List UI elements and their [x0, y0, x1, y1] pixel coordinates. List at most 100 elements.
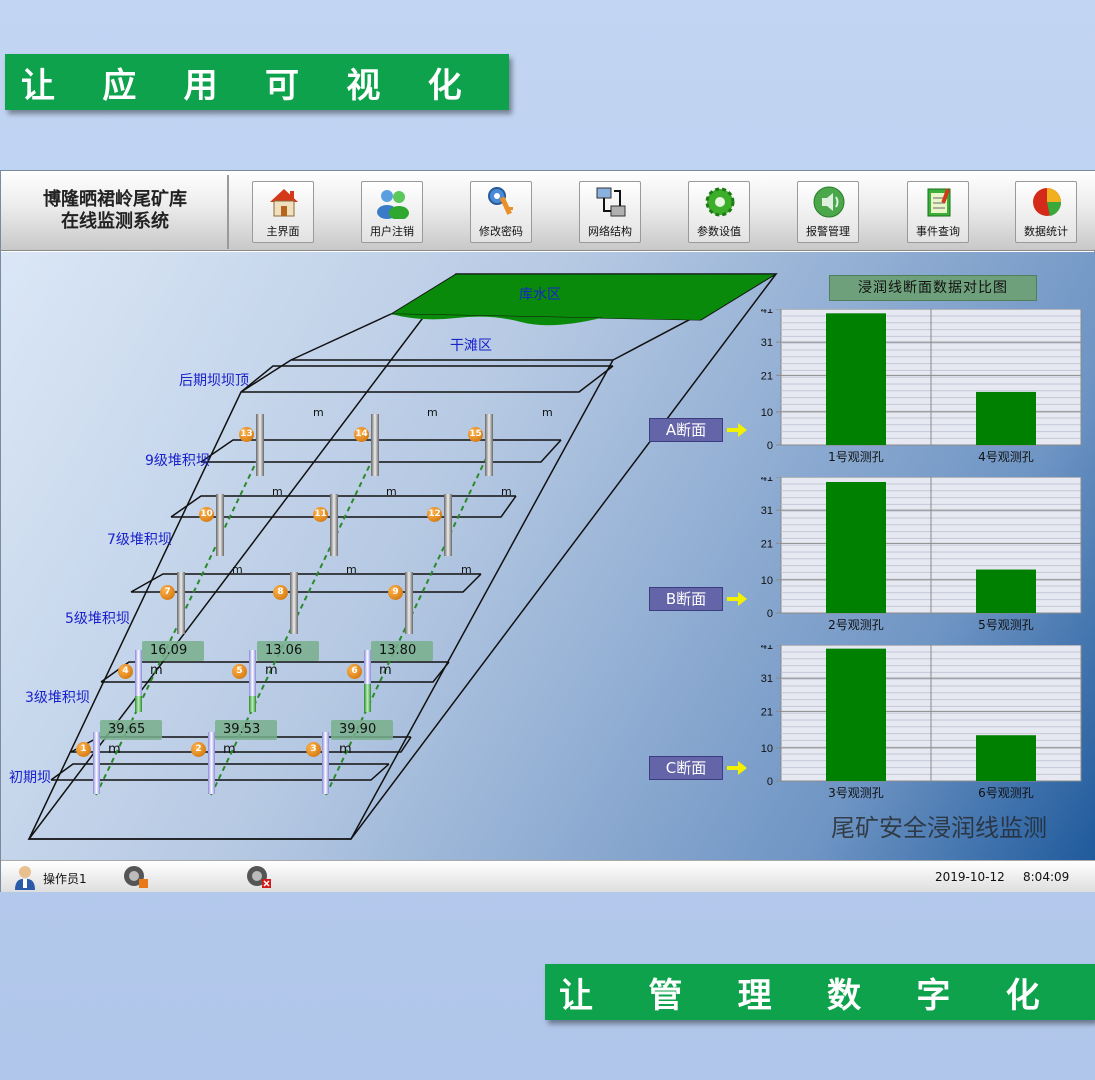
monitor-point-marker[interactable]: 12: [427, 507, 442, 522]
section-c-button[interactable]: C断面: [649, 756, 723, 780]
home-button-label: 主界面: [266, 225, 300, 238]
y-tick-label: 0: [767, 776, 773, 788]
banner-bottom-char: 数: [826, 975, 861, 1016]
monitor-point-marker[interactable]: 13: [239, 427, 254, 442]
audio-alarm-icon[interactable]: [123, 865, 149, 889]
reading-unit: m: [223, 742, 236, 757]
change-password-button[interactable]: 修改密码: [470, 181, 532, 243]
reading-box: 16.09 m: [142, 641, 204, 678]
users-icon: [377, 190, 409, 219]
reading-value: 39.90: [339, 722, 377, 737]
reading-box: 13.80 m: [371, 641, 433, 678]
reading-box: 39.53 m: [215, 720, 277, 757]
monitor-point-marker[interactable]: 1: [76, 742, 91, 757]
banner-bottom-char: 理: [737, 975, 772, 1016]
monitor-point-marker[interactable]: 5: [232, 664, 247, 679]
banner-bottom: 让 管 理 数 字 化: [545, 964, 1095, 1020]
banner-top-char: 让: [21, 65, 55, 106]
monitor-point-marker[interactable]: 8: [273, 585, 288, 600]
reading-value: 13.06: [265, 643, 303, 658]
user-logout-label: 用户注销: [370, 225, 414, 238]
monitor-point-marker[interactable]: 15: [468, 427, 483, 442]
gear-icon: [705, 187, 735, 217]
reading-unit: m: [108, 742, 121, 757]
alarm-management-label: 报警管理: [806, 225, 850, 238]
unit-label: m: [542, 406, 553, 419]
change-password-label: 修改密码: [479, 225, 523, 238]
banner-bottom-char: 管: [648, 975, 683, 1016]
level-label: 9级堆积坝: [145, 453, 210, 469]
reading-unit: m: [339, 742, 352, 757]
operator-name: 操作员1: [43, 872, 87, 886]
key-icon: [488, 187, 513, 215]
beach-label: 干滩区: [450, 338, 492, 354]
network-label: 网络结构: [588, 225, 632, 238]
y-tick-label: 31: [761, 337, 773, 349]
banner-top-char: 视: [346, 65, 381, 106]
monitor-point-marker[interactable]: 14: [354, 427, 369, 442]
reading-value: 39.53: [223, 722, 261, 737]
banner-bottom-char: 字: [916, 975, 951, 1016]
statistics-label: 数据统计: [1024, 225, 1068, 238]
x-tick-label: 1号观测孔: [828, 450, 884, 464]
y-tick-label: 10: [761, 575, 773, 587]
event-query-button[interactable]: 事件查询: [907, 181, 969, 243]
pie-chart-icon: [1033, 188, 1062, 216]
section-b-button[interactable]: B断面: [649, 587, 723, 611]
unit-label: m: [461, 563, 472, 576]
status-time: 8:04:09: [1023, 870, 1070, 884]
operator-avatar-icon: [15, 866, 35, 890]
level-label: 3级堆积坝: [25, 690, 90, 706]
level-label: 5级堆积坝: [65, 611, 130, 627]
y-tick-label: 21: [761, 370, 773, 382]
section-c-chart: 0 10 21 31 41 3号观测孔 6号观测孔: [761, 645, 1082, 800]
reading-box: 39.65 m: [100, 720, 162, 757]
banner-bottom-char: 让: [559, 975, 593, 1016]
monitor-point-marker[interactable]: 3: [306, 742, 321, 757]
chart-title: 浸润线断面数据对比图: [829, 275, 1037, 301]
banner-top-char: 用: [183, 65, 218, 106]
audio-muted-icon[interactable]: [246, 865, 272, 889]
reading-box: 13.06 m: [257, 641, 319, 678]
monitor-point-marker[interactable]: 9: [388, 585, 403, 600]
bar: [976, 569, 1036, 613]
notepad-icon: [927, 188, 951, 217]
monitor-point-marker[interactable]: 4: [118, 664, 133, 679]
home-button[interactable]: 主界面: [252, 181, 314, 243]
monitor-point-marker[interactable]: 7: [160, 585, 175, 600]
monitoring-caption: 尾矿安全浸润线监测: [831, 814, 1047, 842]
banner-top-char: 化: [427, 65, 462, 106]
banner-top: 让 应 用 可 视 化: [5, 54, 509, 110]
monitor-point-marker[interactable]: 2: [191, 742, 206, 757]
y-tick-label: 41: [761, 477, 773, 484]
app-title-line1: 博隆晒裙岭尾矿库: [43, 189, 187, 210]
event-query-label: 事件查询: [916, 225, 960, 238]
unit-label: m: [427, 406, 438, 419]
unit-label: m: [501, 485, 512, 498]
y-tick-label: 31: [761, 673, 773, 685]
app-window: 博隆晒裙岭尾矿库 在线监测系统 主界面 用户注销 修改密码 网络结构 参数设值 …: [0, 170, 1095, 892]
section-a-chart: 0 10 21 31 41 1号观测孔 4号观测孔: [761, 309, 1082, 464]
statistics-button[interactable]: 数据统计: [1015, 181, 1077, 243]
network-button[interactable]: 网络结构: [579, 181, 641, 243]
x-tick-label: 4号观测孔: [978, 450, 1034, 464]
level-label: 后期坝坝顶: [179, 373, 249, 389]
toolbar: 博隆晒裙岭尾矿库 在线监测系统 主界面 用户注销 修改密码 网络结构 参数设值 …: [1, 171, 1095, 251]
parameters-button[interactable]: 参数设值: [688, 181, 750, 243]
y-tick-label: 10: [761, 743, 773, 755]
bar: [826, 648, 886, 781]
x-tick-label: 2号观测孔: [828, 618, 884, 632]
parameters-label: 参数设值: [697, 225, 741, 238]
reading-unit: m: [150, 663, 163, 678]
monitor-point-marker[interactable]: 11: [313, 507, 328, 522]
monitor-point-marker[interactable]: 10: [199, 507, 214, 522]
alarm-management-button[interactable]: 报警管理: [797, 181, 859, 243]
section-a-button[interactable]: A断面: [649, 418, 723, 442]
x-tick-label: 6号观测孔: [978, 786, 1034, 800]
level-label: 初期坝: [9, 770, 51, 786]
monitor-point-marker[interactable]: 6: [347, 664, 362, 679]
unit-label: m: [232, 563, 243, 576]
speaker-alarm-icon: [813, 186, 845, 218]
unit-label: m: [346, 563, 357, 576]
user-logout-button[interactable]: 用户注销: [361, 181, 423, 243]
